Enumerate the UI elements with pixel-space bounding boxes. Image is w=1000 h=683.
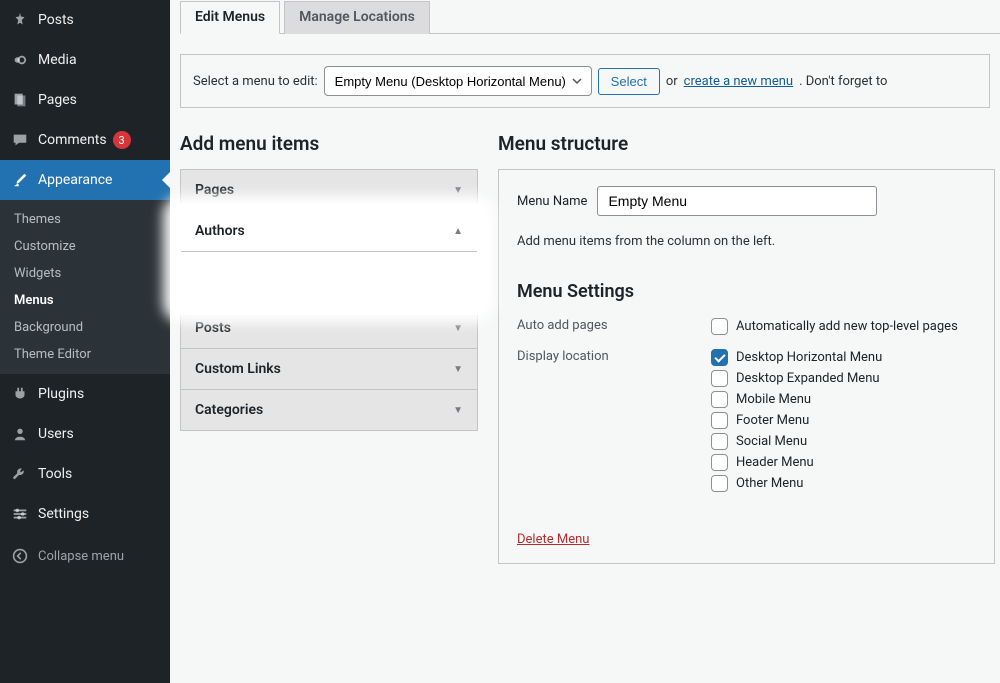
sidebar-item-appearance[interactable]: Appearance [0,160,170,200]
media-icon [10,50,30,70]
sidebar-item-users[interactable]: Users [0,414,170,454]
main-content: Edit Menus Manage Locations Select a men… [170,0,1000,683]
sidebar-item-pages[interactable]: Pages [0,80,170,120]
menu-select-bar: Select a menu to edit: Empty Menu (Deskt… [180,54,990,108]
comments-badge: 3 [113,131,131,149]
sidebar-label: Tools [38,466,72,482]
wrench-icon [10,464,30,484]
acc-head-authors[interactable]: Authors ▲ [181,211,477,251]
menu-select[interactable]: Empty Menu (Desktop Horizontal Menu) [324,66,592,96]
tab-manage-locations[interactable]: Manage Locations [284,1,430,34]
chevron-down-icon: ▼ [453,323,463,334]
loc-social[interactable]: Social Menu [711,433,882,450]
select-button[interactable]: Select [598,68,660,95]
sidebar-item-tools[interactable]: Tools [0,454,170,494]
subitem-customize[interactable]: Customize [0,233,170,260]
loc-footer[interactable]: Footer Menu [711,412,882,429]
chevron-down-icon: ▼ [453,364,463,375]
acc-head-custom-links[interactable]: Custom Links ▼ [181,349,477,389]
acc-head-pages[interactable]: Pages ▼ [181,170,477,210]
add-menu-items-column: Add menu items Pages ▼ Authors ▲ [180,132,478,564]
display-location-label: Display location [517,349,711,364]
collapse-label: Collapse menu [38,549,124,564]
sidebar-label: Posts [38,12,74,28]
collapse-menu[interactable]: Collapse menu [0,534,170,578]
settings-heading: Menu Settings [517,281,976,302]
acc-body-authors [181,251,477,307]
subitem-theme-editor[interactable]: Theme Editor [0,341,170,368]
subitem-widgets[interactable]: Widgets [0,260,170,287]
loc-desktop-expanded[interactable]: Desktop Expanded Menu [711,370,882,387]
loc-other[interactable]: Other Menu [711,475,882,492]
chevron-down-icon: ▼ [453,405,463,416]
tab-edit-menus[interactable]: Edit Menus [180,1,280,34]
plug-icon [10,384,30,404]
chevron-up-icon: ▲ [453,226,463,237]
loc-desktop-horizontal[interactable]: Desktop Horizontal Menu [711,349,882,366]
select-prompt: Select a menu to edit: [193,74,318,89]
auto-add-checkbox[interactable]: Automatically add new top-level pages [711,318,958,335]
sidebar-label: Pages [38,92,77,108]
delete-menu-link[interactable]: Delete Menu [517,532,589,547]
pin-icon [10,10,30,30]
subitem-menus[interactable]: Menus [0,287,170,314]
user-icon [10,424,30,444]
sliders-icon [10,504,30,524]
page-icon [10,90,30,110]
sidebar-item-posts[interactable]: Posts [0,0,170,40]
display-location-row: Display location Desktop Horizontal Menu… [517,349,976,492]
add-items-heading: Add menu items [180,132,478,155]
brush-icon [10,170,30,190]
sidebar-item-settings[interactable]: Settings [0,494,170,534]
sidebar-label: Media [38,52,77,68]
or-text: or [666,74,678,89]
sidebar-item-comments[interactable]: Comments 3 [0,120,170,160]
appearance-submenu: Themes Customize Widgets Menus Backgroun… [0,200,170,374]
subitem-themes[interactable]: Themes [0,206,170,233]
sidebar-label: Appearance [38,172,112,188]
comment-icon [10,130,30,150]
structure-heading: Menu structure [498,132,1000,155]
sidebar-label: Comments [38,132,107,148]
menu-structure-column: Menu structure Menu Name Add menu items … [498,132,1000,564]
sidebar-label: Plugins [38,386,84,402]
menu-name-label: Menu Name [517,194,587,209]
acc-categories: Categories ▼ [181,389,477,430]
acc-authors: Authors ▲ [181,210,477,307]
create-menu-link[interactable]: create a new menu [684,74,793,89]
tail-text: . Don't forget to [799,74,887,89]
loc-mobile[interactable]: Mobile Menu [711,391,882,408]
location-options: Desktop Horizontal Menu Desktop Expanded… [711,349,882,492]
auto-add-label: Auto add pages [517,318,711,333]
acc-custom-links: Custom Links ▼ [181,348,477,389]
structure-hint: Add menu items from the column on the le… [517,234,976,249]
loc-header[interactable]: Header Menu [711,454,882,471]
acc-pages: Pages ▼ [181,170,477,210]
auto-add-row: Auto add pages Automatically add new top… [517,318,976,335]
menu-frame: Menu Name Add menu items from the column… [498,169,995,564]
acc-posts: Posts ▼ [181,307,477,348]
menu-name-input[interactable] [597,186,877,216]
acc-head-categories[interactable]: Categories ▼ [181,390,477,430]
menu-name-row: Menu Name [517,186,976,216]
collapse-icon [10,546,30,566]
acc-head-posts[interactable]: Posts ▼ [181,308,477,348]
subitem-background[interactable]: Background [0,314,170,341]
sidebar-item-media[interactable]: Media [0,40,170,80]
items-accordion: Pages ▼ Authors ▲ Posts [180,169,478,431]
admin-sidebar: Posts Media Pages Comments 3 Appearance … [0,0,170,683]
sidebar-label: Settings [38,506,89,522]
sidebar-label: Users [38,426,74,442]
sidebar-item-plugins[interactable]: Plugins [0,374,170,414]
chevron-down-icon: ▼ [453,185,463,196]
nav-tabs: Edit Menus Manage Locations [180,0,1000,34]
